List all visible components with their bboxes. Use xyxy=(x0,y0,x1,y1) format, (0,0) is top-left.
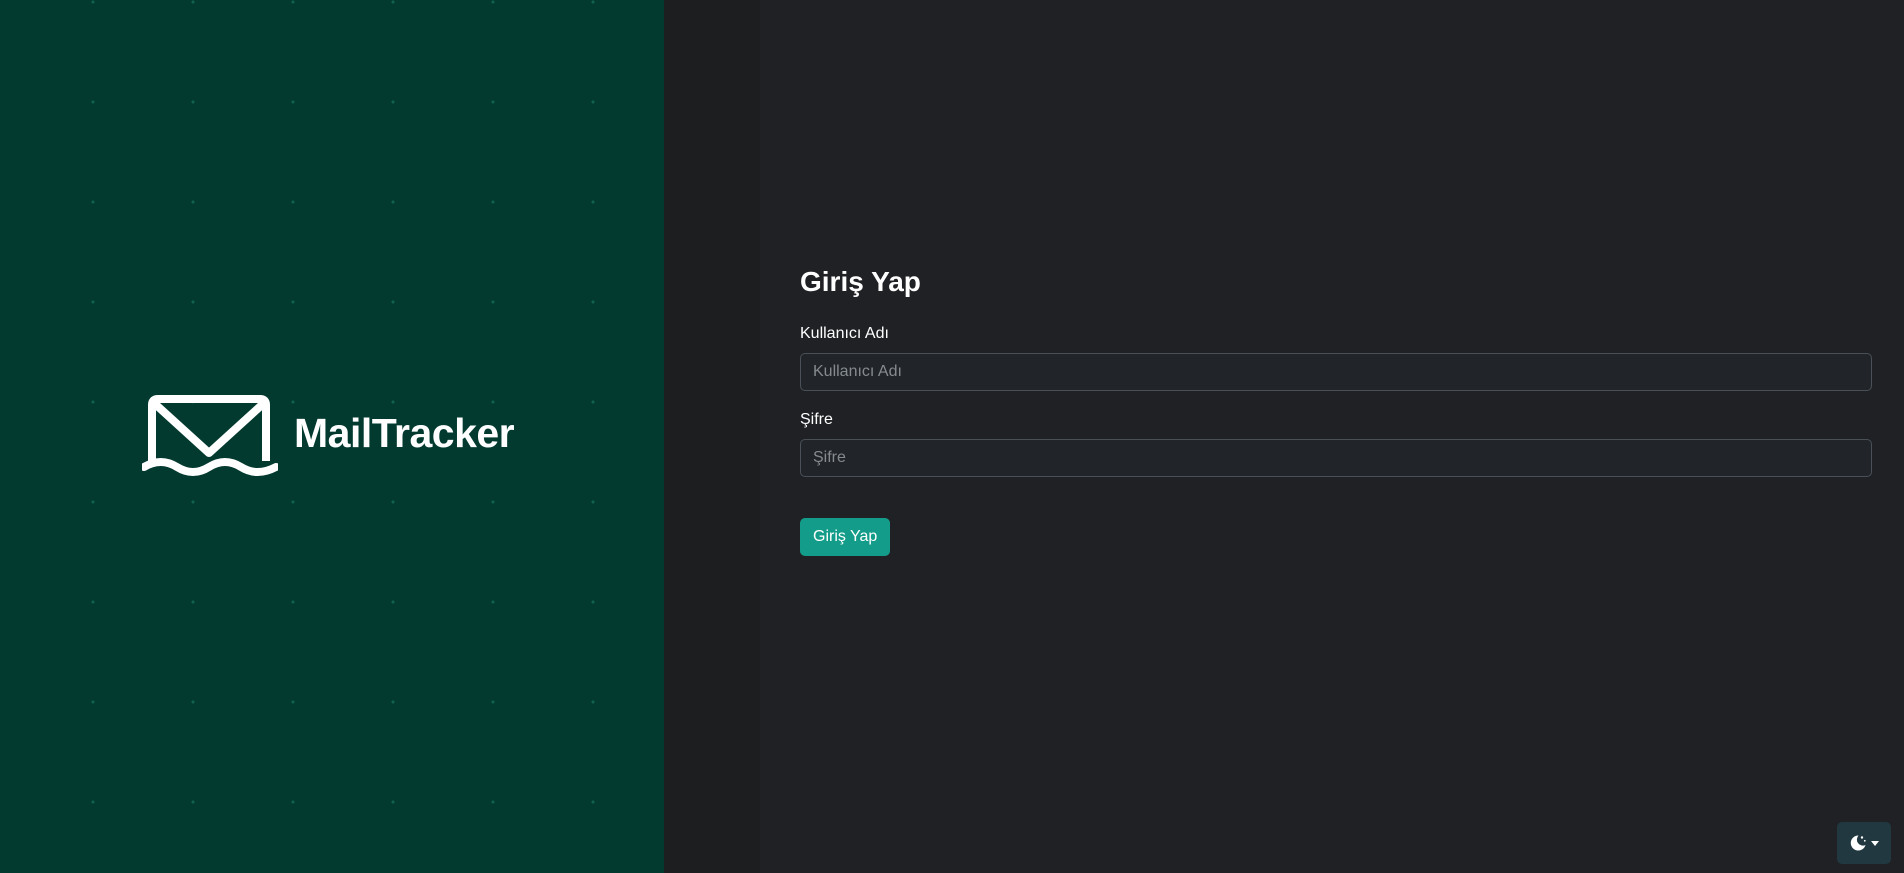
password-label: Şifre xyxy=(800,411,833,428)
moon-stars-icon xyxy=(1850,835,1866,851)
theme-toggle-button[interactable] xyxy=(1837,822,1891,864)
password-group: Şifre xyxy=(800,410,1872,477)
username-label: Kullanıcı Adı xyxy=(800,325,889,342)
login-button[interactable]: Giriş Yap xyxy=(800,518,891,556)
envelope-wave-icon xyxy=(142,395,278,476)
password-input[interactable] xyxy=(800,439,1872,477)
login-form: Giriş Yap Kullanıcı Adı Şifre Giriş Yap xyxy=(800,262,1872,556)
brand-name: MailTracker xyxy=(294,409,515,456)
form-area: Giriş Yap Kullanıcı Adı Şifre Giriş Yap xyxy=(760,0,1904,873)
username-group: Kullanıcı Adı xyxy=(800,324,1872,391)
brand-panel: MailTracker xyxy=(0,0,664,873)
caret-down-icon xyxy=(1871,840,1879,846)
brand-logo: MailTracker xyxy=(142,395,515,477)
username-input[interactable] xyxy=(800,353,1872,391)
login-page: MailTracker Giriş Yap Kullanıcı Adı Şifr… xyxy=(0,0,1904,873)
panel-gutter xyxy=(664,0,760,873)
login-title: Giriş Yap xyxy=(800,266,921,297)
